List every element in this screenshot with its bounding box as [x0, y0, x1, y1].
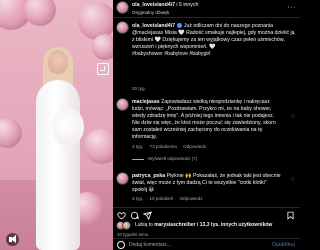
balloon	[84, 128, 113, 164]
post-media[interactable]	[0, 0, 113, 250]
more-horizontal-icon[interactable]: ···	[288, 4, 297, 11]
author-avatar[interactable]	[117, 2, 128, 13]
balloon	[92, 34, 113, 60]
caption-hashtags[interactable]: #babyshower #babylove #babygirl	[132, 51, 210, 57]
person-in-white-dress	[28, 47, 88, 250]
likes-text: Lubią to marysiaschreiber i 13,3 tys. in…	[135, 222, 272, 229]
head	[48, 50, 68, 74]
balloon	[0, 118, 22, 148]
comment-heart-icon[interactable]: ♡	[291, 114, 295, 121]
header-bullet: i	[176, 2, 178, 8]
balloon	[24, 0, 56, 26]
belly	[52, 108, 84, 146]
audio-muted-icon[interactable]	[6, 233, 19, 246]
heart-emoji-3: 🤍	[208, 44, 216, 50]
emoji-icon[interactable]	[117, 241, 125, 249]
comment-time: 3 tyg.	[132, 144, 144, 149]
commenter-username[interactable]: maciejasas	[132, 99, 160, 105]
liker-avatar[interactable]	[123, 222, 130, 229]
view-replies-button[interactable]: Wyświetl odpowiedzi (7)	[132, 155, 197, 162]
comment-body: Zapowiadasz wielką niespodziankę i nakrę…	[132, 99, 276, 140]
comment-time: 3 tyg.	[132, 196, 144, 201]
caption-time: 20 tyg.	[132, 86, 146, 91]
likes-others[interactable]: i 13,3 tys. innych użytkowników	[197, 222, 272, 228]
bookmark-icon[interactable]	[286, 211, 295, 220]
likes-prefix: Lubią to	[135, 222, 153, 228]
add-comment-input[interactable]: Dodaj komentarz...	[129, 242, 171, 249]
share-icon[interactable]	[143, 211, 152, 220]
author-username[interactable]: ola_loveisland4i7	[132, 2, 175, 8]
header-line: ola_loveisland4i7 i 5 innych	[132, 2, 198, 9]
caption-avatar[interactable]	[117, 22, 128, 33]
caption-text-2: Misia	[163, 30, 179, 36]
comment-reply-button[interactable]: Odpowiedz	[180, 196, 203, 201]
comment-reply-button[interactable]: Odpowiedz	[183, 144, 206, 149]
comment-likes[interactable]: 10 polubień	[150, 196, 174, 201]
instagram-post-modal: ola_loveisland4i7 i 5 innych Oryginalny …	[0, 0, 300, 250]
post-date: 20 tygodni temu	[117, 232, 149, 237]
commenter-avatar[interactable]	[117, 173, 128, 184]
caption-mention[interactable]: @maciejasas	[132, 30, 163, 36]
photo-carousel-icon	[97, 63, 109, 75]
header-others[interactable]: 5 innych	[179, 2, 198, 8]
post-details-panel: ola_loveisland4i7 i 5 innych Oryginalny …	[113, 0, 300, 250]
white-dress	[36, 80, 80, 250]
add-comment-bar: Dodaj komentarz... Opublikuj	[113, 238, 300, 250]
liker-username[interactable]: marysiaschreiber	[154, 222, 195, 228]
commenter-avatar[interactable]	[117, 99, 128, 110]
verified-icon	[177, 22, 183, 28]
comment-meta: 3 tyg. 73 polubienia Odpowiedz	[132, 143, 211, 150]
caption-username[interactable]: ola_loveisland4i7	[132, 23, 175, 29]
comment-meta: 3 tyg. 10 polubień Odpowiedz	[132, 195, 208, 202]
comment-text: patryca_pska Pięknie 🙌 Pokazałaś, że jed…	[132, 173, 282, 194]
comment-icon[interactable]	[130, 211, 139, 220]
comment-likes[interactable]: 73 polubienia	[150, 144, 177, 149]
audio-label[interactable]: Oryginalny dźwięk	[132, 9, 169, 16]
commenter-username[interactable]: patryca_pska	[132, 173, 165, 179]
post-header: ola_loveisland4i7 i 5 innych Oryginalny …	[113, 0, 300, 18]
comment-heart-icon[interactable]: ♡	[291, 177, 295, 184]
heart-icon[interactable]	[117, 211, 126, 220]
post-comment-button[interactable]: Opublikuj	[272, 242, 295, 249]
caption-text: ola_loveisland4i7 Już odliczam dni do na…	[132, 22, 296, 58]
post-actions	[113, 207, 300, 222]
caption-text-1: Już odliczam dni do naszego poznania	[183, 23, 273, 29]
comment-text: maciejasas Zapowiadasz wielką niespodzia…	[132, 99, 282, 141]
